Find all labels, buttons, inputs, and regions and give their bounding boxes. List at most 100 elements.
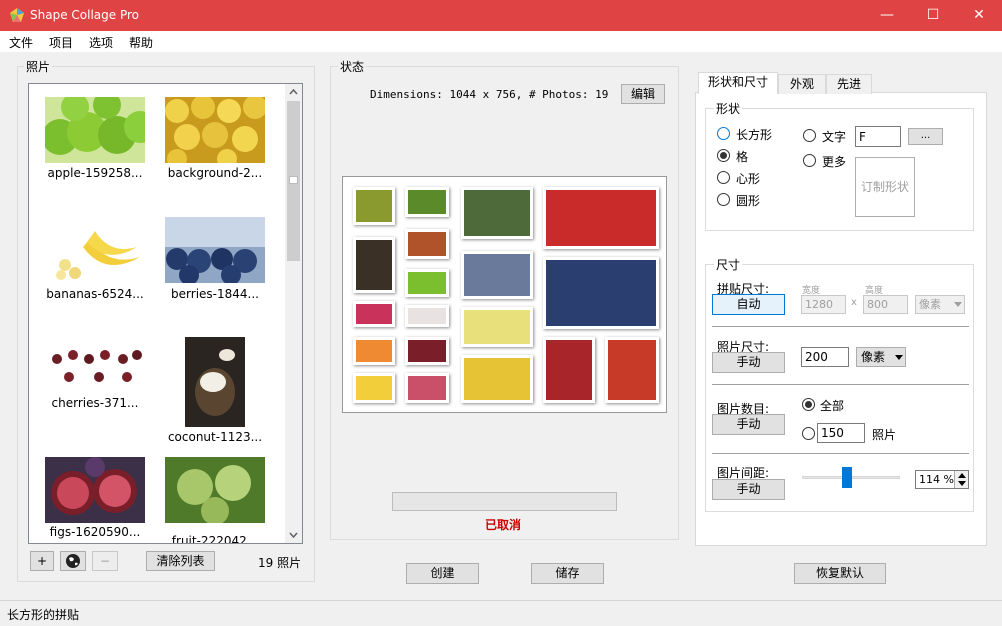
photo-count-unit: 照片 [872,428,897,442]
collage-photo [353,301,395,327]
divider [712,326,969,327]
menu-file[interactable]: 文件 [9,34,33,51]
maximize-button[interactable]: ☐ [910,0,956,31]
shape-text-radio[interactable] [803,129,816,142]
menu-project[interactable]: 项目 [49,34,73,51]
shape-text-more-button[interactable]: ... [908,128,943,145]
fruit-image [165,457,265,525]
restore-defaults-button[interactable]: 恢复默认 [794,563,886,584]
divider [712,384,969,385]
photo-count: 19 照片 [258,556,302,570]
app-logo-icon [10,8,24,22]
menu-bar: 文件 项目 选项 帮助 [0,31,1002,52]
photo-thumbnail-berries[interactable] [165,217,265,285]
photo-caption: berries-1844... [171,287,259,301]
spacing-manual-button[interactable]: 手动 [712,479,785,500]
shape-more-label: 更多 [822,155,847,169]
collage-unit-select[interactable]: 像素 [915,295,965,314]
custom-shape-button[interactable]: 订制形状 [855,157,915,217]
photo-size-manual-button[interactable]: 手动 [712,352,785,373]
photo-thumbnail-cherries[interactable] [45,337,145,403]
collage-photo [605,337,659,403]
photo-size-input[interactable]: 200 [801,347,849,367]
collage-photo [461,251,533,299]
count-all-radio[interactable] [802,398,815,411]
photo-thumbnail-coconut[interactable] [185,337,245,427]
cancelled-status: 已取消 [485,518,522,532]
photo-thumbnail-fruit[interactable] [165,457,265,525]
scroll-thumb-grip [289,176,298,184]
create-button[interactable]: 创建 [406,563,479,584]
coconut-image [185,337,245,427]
spacing-slider-thumb[interactable] [842,467,852,488]
chevron-down-icon [954,302,962,307]
shape-heart-radio[interactable] [717,171,730,184]
photo-caption: bananas-6524... [46,287,144,301]
title-bar: Shape Collage Pro — ☐ ✕ [0,0,1002,31]
photo-count-manual-button[interactable]: 手动 [712,414,785,435]
collage-width-input[interactable]: 1280 [801,295,846,314]
photo-list[interactable]: apple-159258... background-2... bananas-… [28,83,303,544]
collage-photo [461,355,533,403]
photo-thumbnail-background[interactable] [165,95,267,169]
collage-photo [353,237,395,293]
tab-appearance[interactable]: 外观 [778,74,826,94]
progress-bar [392,492,617,511]
shape-grid-label: 格 [736,150,749,164]
close-button[interactable]: ✕ [956,0,1002,31]
photo-caption: background-2... [167,166,263,180]
remove-photo-button[interactable]: − [92,551,118,571]
dimensions-text: Dimensions: 1044 x 756, # Photos: 19 [370,88,609,101]
collage-photo [353,187,395,225]
photos-group-label: 照片 [24,58,53,75]
count-custom-radio[interactable] [802,427,815,440]
photo-thumbnail-apple[interactable] [42,91,156,163]
photo-count-input[interactable]: 150 [817,423,865,443]
menu-help[interactable]: 帮助 [129,34,153,51]
status-bar-text: 长方形的拼贴 [7,608,80,622]
collage-photo [543,337,595,403]
chevron-up-icon[interactable] [958,473,966,478]
shape-circle-radio[interactable] [717,193,730,206]
shape-text-input[interactable]: F [855,126,901,147]
shape-rectangle-label: 长方形 [736,128,773,142]
spacing-input[interactable]: 114 % [915,470,969,489]
tab-advanced[interactable]: 先进 [826,74,872,94]
edit-button[interactable]: 编辑 [621,84,665,104]
shape-more-radio[interactable] [803,154,816,167]
collage-photo [543,187,659,249]
figs-image [45,457,145,523]
collage-height-input[interactable]: 800 [863,295,908,314]
photo-thumbnail-bananas[interactable] [45,217,145,283]
add-photo-button[interactable]: + [30,551,54,571]
menu-options[interactable]: 选项 [89,34,113,51]
save-button[interactable]: 储存 [531,563,604,584]
collage-photo [461,187,533,239]
maximize-icon: ☐ [926,7,940,23]
collage-preview [342,176,667,413]
web-photos-button[interactable] [60,551,86,571]
minimize-button[interactable]: — [864,0,910,31]
tab-shape-size[interactable]: 形状和尺寸 [698,72,778,94]
apple-image [42,91,156,163]
scroll-down-icon[interactable] [285,526,302,543]
collage-size-auto-button[interactable]: 自动 [712,294,785,315]
spinner[interactable] [954,471,968,488]
clear-list-button[interactable]: 清除列表 [146,551,215,571]
collage-photo [405,229,449,259]
shape-grid-radio[interactable] [717,149,730,162]
collage-photo [405,337,449,365]
photo-caption: apple-159258... [47,166,143,180]
minimize-icon: — [880,7,894,23]
collage-photo [461,307,533,347]
photo-unit-select[interactable]: 像素 [856,347,906,367]
chevron-down-icon[interactable] [958,481,966,486]
photo-thumbnail-figs[interactable] [45,457,145,523]
scroll-up-icon[interactable] [285,84,302,101]
window-title: Shape Collage Pro [30,8,139,22]
status-group-label: 状态 [338,58,367,75]
shape-rectangle-radio[interactable] [717,127,730,140]
cherries-image [45,337,145,403]
photo-list-scrollbar[interactable] [285,84,302,543]
spacing-value: 114 % [919,473,954,486]
